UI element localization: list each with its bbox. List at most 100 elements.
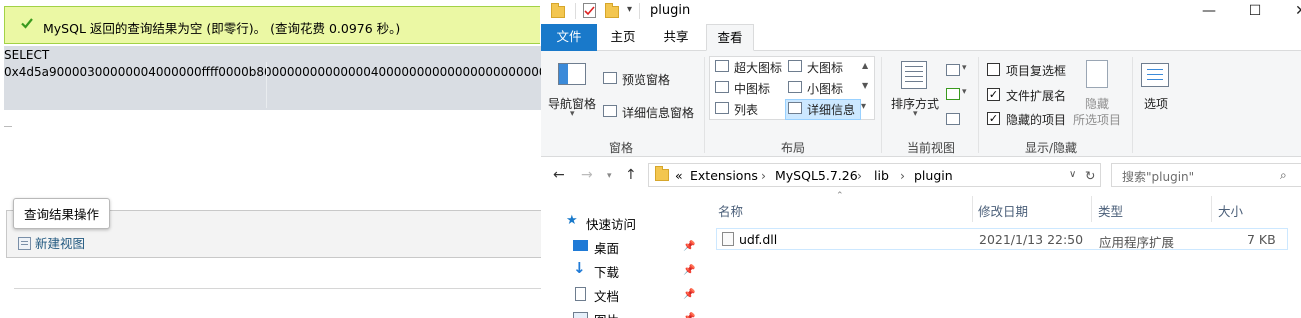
column-header-type[interactable]: 类型 [1098,201,1123,220]
minimize-button[interactable]: — [1186,0,1232,24]
hide-selected-label-1[interactable]: 隐藏 [1085,95,1109,112]
hidden-items-checkbox[interactable]: ✓ [987,112,1000,125]
query-results-operations-legend: 查询结果操作 [13,198,111,229]
chevron-down-icon[interactable]: ▾ [962,87,967,97]
pin-icon[interactable]: 📌 [683,313,695,318]
group-by-icon[interactable] [946,64,960,76]
hide-selected-label-2[interactable]: 所选项目 [1073,111,1121,128]
address-dropdown-icon[interactable]: ∨ [1069,169,1076,180]
details-icon [788,102,802,114]
check-icon [21,18,33,29]
layout-small-icons[interactable]: 小图标 [807,80,843,97]
tab-home[interactable]: 主页 [599,24,647,51]
file-size: 7 KB [1247,232,1276,247]
sort-arrow-icon: ⌃ [836,191,844,201]
size-columns-icon[interactable] [946,113,960,125]
layout-details[interactable]: 详细信息 [807,101,855,118]
customize-qat-icon[interactable]: ▾ [627,4,632,15]
sql-query-box[interactable]: SELECT 0x4d5a90000300000004000000ffff000… [4,46,541,110]
tab-share[interactable]: 共享 [651,24,701,51]
file-modified: 2021/1/13 22:50 [979,232,1084,247]
nav-item-desktop[interactable]: 桌面 [594,238,619,257]
chevron-down-icon[interactable]: ▾ [913,109,918,119]
item-checkboxes-checkbox[interactable] [987,63,1000,76]
address-bar[interactable]: « Extensions › MySQL5.7.26 › lib › plugi… [648,163,1101,187]
title-bar: ▾ plugin — ☐ ✕ [541,0,1301,24]
maximize-button[interactable]: ☐ [1232,0,1278,24]
sql-line-1: SELECT [4,48,50,62]
hidden-items-label: 隐藏的项目 [1006,113,1067,127]
breadcrumb-separator-icon[interactable]: › [761,168,766,183]
phpmyadmin-panel: MySQL 返回的查询结果为空 (即零行)。 (查询花费 0.0976 秒。) … [0,0,541,318]
file-row[interactable]: udf.dll 2021/1/13 22:50 应用程序扩展 7 KB [716,228,1288,250]
current-view-group-label: 当前视图 [906,141,955,155]
show-hide-group-label: 显示/隐藏 [1024,141,1078,155]
options-icon [1141,63,1169,87]
breadcrumb-plugin[interactable]: plugin [914,168,953,183]
nav-item-downloads[interactable]: 下载 [594,262,619,281]
breadcrumb-overflow[interactable]: « [675,168,683,183]
preview-pane-icon [603,72,617,84]
column-header-modified[interactable]: 修改日期 [978,201,1028,220]
search-icon[interactable]: ⌕ [1280,168,1287,183]
new-folder-icon[interactable] [605,3,619,21]
dll-file-icon [722,232,734,246]
layout-group-label: 布局 [780,141,805,155]
panes-group-label: 窗格 [608,141,633,155]
bottom-divider [14,288,541,289]
breadcrumb-separator-icon[interactable]: › [857,168,862,183]
add-columns-icon[interactable] [946,88,960,100]
navigation-pane-icon [558,63,586,85]
expand-gallery-icon[interactable]: ▾ [861,101,866,112]
options-button[interactable]: 选项 [1144,95,1168,112]
hide-selected-icon [1086,60,1108,88]
item-checkboxes-label: 项目复选框 [1006,64,1067,78]
nav-item-documents[interactable]: 文档 [594,286,619,305]
recent-locations-icon[interactable]: ▾ [607,171,612,181]
layout-list[interactable]: 列表 [734,101,758,118]
file-type: 应用程序扩展 [1099,235,1175,250]
pin-icon[interactable]: 📌 [683,241,695,252]
chevron-down-icon[interactable]: ▾ [962,63,967,73]
back-icon[interactable]: ← [553,167,565,183]
extra-large-icons-icon [715,60,729,72]
medium-icons-icon [715,81,729,93]
navigation-pane: ★ 快速访问 桌面 📌 ↓ 下载 📌 文档 📌 图片 📌 [541,193,709,318]
small-icons-icon [788,81,802,93]
pin-icon[interactable]: 📌 [683,265,695,276]
breadcrumb-extensions[interactable]: Extensions [690,168,758,183]
pin-icon[interactable]: 📌 [683,289,695,300]
separator-dash [4,126,12,127]
tab-view[interactable]: 查看 [706,24,754,51]
column-header-name[interactable]: 名称 [718,201,743,220]
layout-medium-icons[interactable]: 中图标 [734,80,770,97]
details-pane-button[interactable]: 详细信息窗格 [622,104,694,121]
column-header-size[interactable]: 大小 [1218,201,1243,220]
nav-item-pictures[interactable]: 图片 [594,310,619,318]
create-view-link[interactable]: 新建视图 [18,233,85,252]
nav-item-quick-access[interactable]: 快速访问 [586,214,636,233]
breadcrumb-separator-icon[interactable]: › [900,168,905,183]
properties-icon[interactable] [583,3,596,18]
layout-large-icons[interactable]: 大图标 [807,59,843,76]
forward-icon[interactable]: → [581,167,593,183]
layout-extra-large-icons[interactable]: 超大图标 [734,59,782,76]
folder-icon [655,166,669,184]
tab-file[interactable]: 文件 [541,24,597,51]
create-view-label: 新建视图 [35,236,86,251]
refresh-icon[interactable]: ↻ [1085,168,1095,183]
details-pane-icon [603,105,617,117]
desktop-icon [573,240,588,251]
chevron-down-icon[interactable]: ▾ [570,109,575,119]
search-input[interactable]: 搜索"plugin" [1122,168,1194,185]
breadcrumb-mysql[interactable]: MySQL5.7.26 [775,168,858,183]
preview-pane-button[interactable]: 预览窗格 [622,71,670,88]
search-box[interactable]: 搜索"plugin" ⌕ [1111,163,1301,187]
view-icon [18,237,31,250]
close-button[interactable]: ✕ [1278,0,1301,24]
scroll-up-icon[interactable]: ▲ [862,61,868,70]
breadcrumb-lib[interactable]: lib [874,168,889,183]
file-extensions-checkbox[interactable]: ✓ [987,88,1000,101]
scroll-down-icon[interactable]: ▼ [862,81,868,90]
up-icon[interactable]: ↑ [625,167,637,183]
